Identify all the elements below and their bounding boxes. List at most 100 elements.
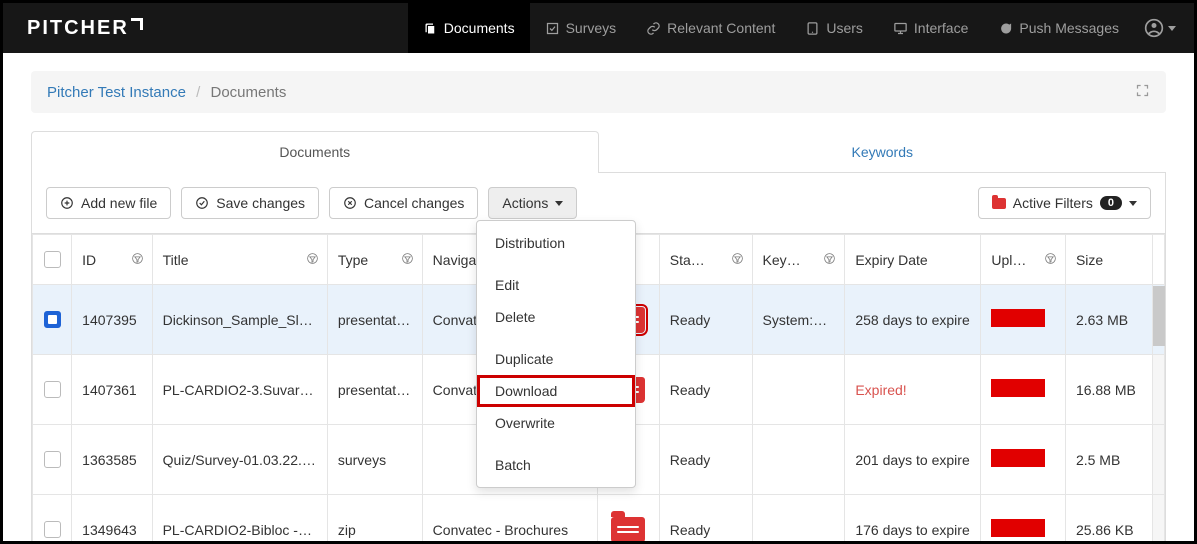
actions-label: Actions [502, 195, 548, 211]
cell-upload [981, 285, 1066, 355]
nav-push-label: Push Messages [1019, 20, 1119, 36]
filters-count-badge: 0 [1100, 196, 1122, 210]
active-filters-label: Active Filters [1013, 195, 1093, 211]
redacted-block [991, 379, 1045, 397]
cell-id: 1349643 [72, 495, 152, 544]
filter-icon[interactable] [401, 252, 414, 268]
filter-icon[interactable] [1044, 252, 1057, 268]
table-row[interactable]: 1349643PL-CARDIO2-Bibloc -…zipConvatec -… [33, 495, 1165, 544]
user-menu[interactable] [1144, 18, 1176, 38]
cancel-changes-button[interactable]: Cancel changes [329, 187, 478, 219]
action-edit[interactable]: Edit [477, 269, 635, 301]
brand-text: PITCHER [27, 17, 129, 40]
header-navigation-label: Naviga [433, 252, 477, 268]
toolbar: Add new file Save changes Cancel changes… [31, 173, 1166, 234]
cell-type: surveys [327, 425, 422, 495]
cell-title: PL-CARDIO2-3.Suvar… [152, 355, 327, 425]
row-checkbox[interactable] [33, 355, 72, 425]
brand-logo: PITCHER [27, 17, 143, 40]
logo-arrow-icon [131, 18, 143, 30]
cell-status: Ready [659, 355, 752, 425]
copy-icon [423, 21, 438, 36]
header-type[interactable]: Type [327, 235, 422, 285]
header-id[interactable]: ID [72, 235, 152, 285]
header-id-label: ID [82, 252, 96, 268]
nav-users-label: Users [826, 20, 863, 36]
cell-size: 16.88 MB [1065, 355, 1152, 425]
nav-relevant-content[interactable]: Relevant Content [631, 3, 790, 53]
header-status[interactable]: Sta… [659, 235, 752, 285]
nav-interface-label: Interface [914, 20, 968, 36]
action-overwrite-label: Overwrite [495, 415, 555, 431]
cell-size: 2.63 MB [1065, 285, 1152, 355]
tab-documents[interactable]: Documents [31, 131, 599, 172]
add-new-file-label: Add new file [81, 195, 157, 211]
cell-expiry: 258 days to expire [845, 285, 981, 355]
header-upload-label: Upl… [991, 252, 1026, 268]
row-checkbox[interactable] [33, 495, 72, 544]
action-overwrite[interactable]: Overwrite [477, 407, 635, 439]
action-distribution[interactable]: Distribution [477, 227, 635, 259]
filter-icon[interactable] [823, 252, 836, 268]
row-checkbox[interactable] [33, 425, 72, 495]
save-changes-label: Save changes [216, 195, 305, 211]
nav-users[interactable]: Users [790, 3, 878, 53]
cell-title: PL-CARDIO2-Bibloc -… [152, 495, 327, 544]
cell-type: zip [327, 495, 422, 544]
row-checkbox[interactable] [33, 285, 72, 355]
checkbox-icon [44, 451, 61, 468]
nav-push-messages[interactable]: Push Messages [983, 3, 1134, 53]
cell-upload [981, 355, 1066, 425]
nav-interface[interactable]: Interface [878, 3, 983, 53]
folder-icon [992, 198, 1006, 209]
action-delete-label: Delete [495, 309, 535, 325]
action-download[interactable]: Download [477, 375, 635, 407]
action-distribution-label: Distribution [495, 235, 565, 251]
filter-icon[interactable] [306, 252, 319, 268]
nav-surveys-label: Surveys [566, 20, 617, 36]
top-navbar: PITCHER Documents Surveys Relevant Conte… [3, 3, 1194, 53]
active-filters-button[interactable]: Active Filters 0 [978, 187, 1151, 219]
check-square-icon [545, 21, 560, 36]
filter-icon[interactable] [131, 252, 144, 268]
expand-icon[interactable] [1135, 83, 1150, 101]
action-duplicate[interactable]: Duplicate [477, 343, 635, 375]
breadcrumb-bar: Pitcher Test Instance / Documents [31, 71, 1166, 113]
nav-relevant-label: Relevant Content [667, 20, 775, 36]
header-size[interactable]: Size [1065, 235, 1152, 285]
nav-documents[interactable]: Documents [408, 3, 530, 53]
nav-surveys[interactable]: Surveys [530, 3, 632, 53]
user-circle-icon [1144, 18, 1164, 38]
header-title[interactable]: Title [152, 235, 327, 285]
breadcrumb-current: Documents [210, 84, 286, 101]
action-delete[interactable]: Delete [477, 301, 635, 333]
header-size-label: Size [1076, 252, 1103, 268]
tab-keywords-label: Keywords [852, 144, 913, 160]
scrollbar-thumb[interactable] [1153, 286, 1165, 346]
checkbox-icon [44, 521, 61, 538]
header-title-label: Title [163, 252, 189, 268]
cell-keywords [752, 495, 845, 544]
monitor-icon [893, 21, 908, 36]
save-changes-button[interactable]: Save changes [181, 187, 319, 219]
x-circle-icon [343, 196, 357, 210]
header-checkbox[interactable] [33, 235, 72, 285]
breadcrumb-root[interactable]: Pitcher Test Instance [47, 84, 186, 101]
header-status-label: Sta… [670, 252, 705, 268]
add-new-file-button[interactable]: Add new file [46, 187, 171, 219]
filter-icon[interactable] [731, 252, 744, 268]
cell-keywords [752, 425, 845, 495]
cell-status: Ready [659, 495, 752, 544]
action-batch[interactable]: Batch [477, 449, 635, 481]
redacted-block [991, 449, 1045, 467]
header-expiry[interactable]: Expiry Date [845, 235, 981, 285]
tab-keywords[interactable]: Keywords [599, 131, 1167, 172]
cell-category[interactable] [597, 495, 659, 544]
cell-keywords [752, 355, 845, 425]
header-keywords[interactable]: Key… [752, 235, 845, 285]
cell-title: Dickinson_Sample_Sl… [152, 285, 327, 355]
cell-upload [981, 425, 1066, 495]
actions-dropdown-button[interactable]: Actions [488, 187, 577, 219]
cell-upload [981, 495, 1066, 544]
header-upload[interactable]: Upl… [981, 235, 1066, 285]
